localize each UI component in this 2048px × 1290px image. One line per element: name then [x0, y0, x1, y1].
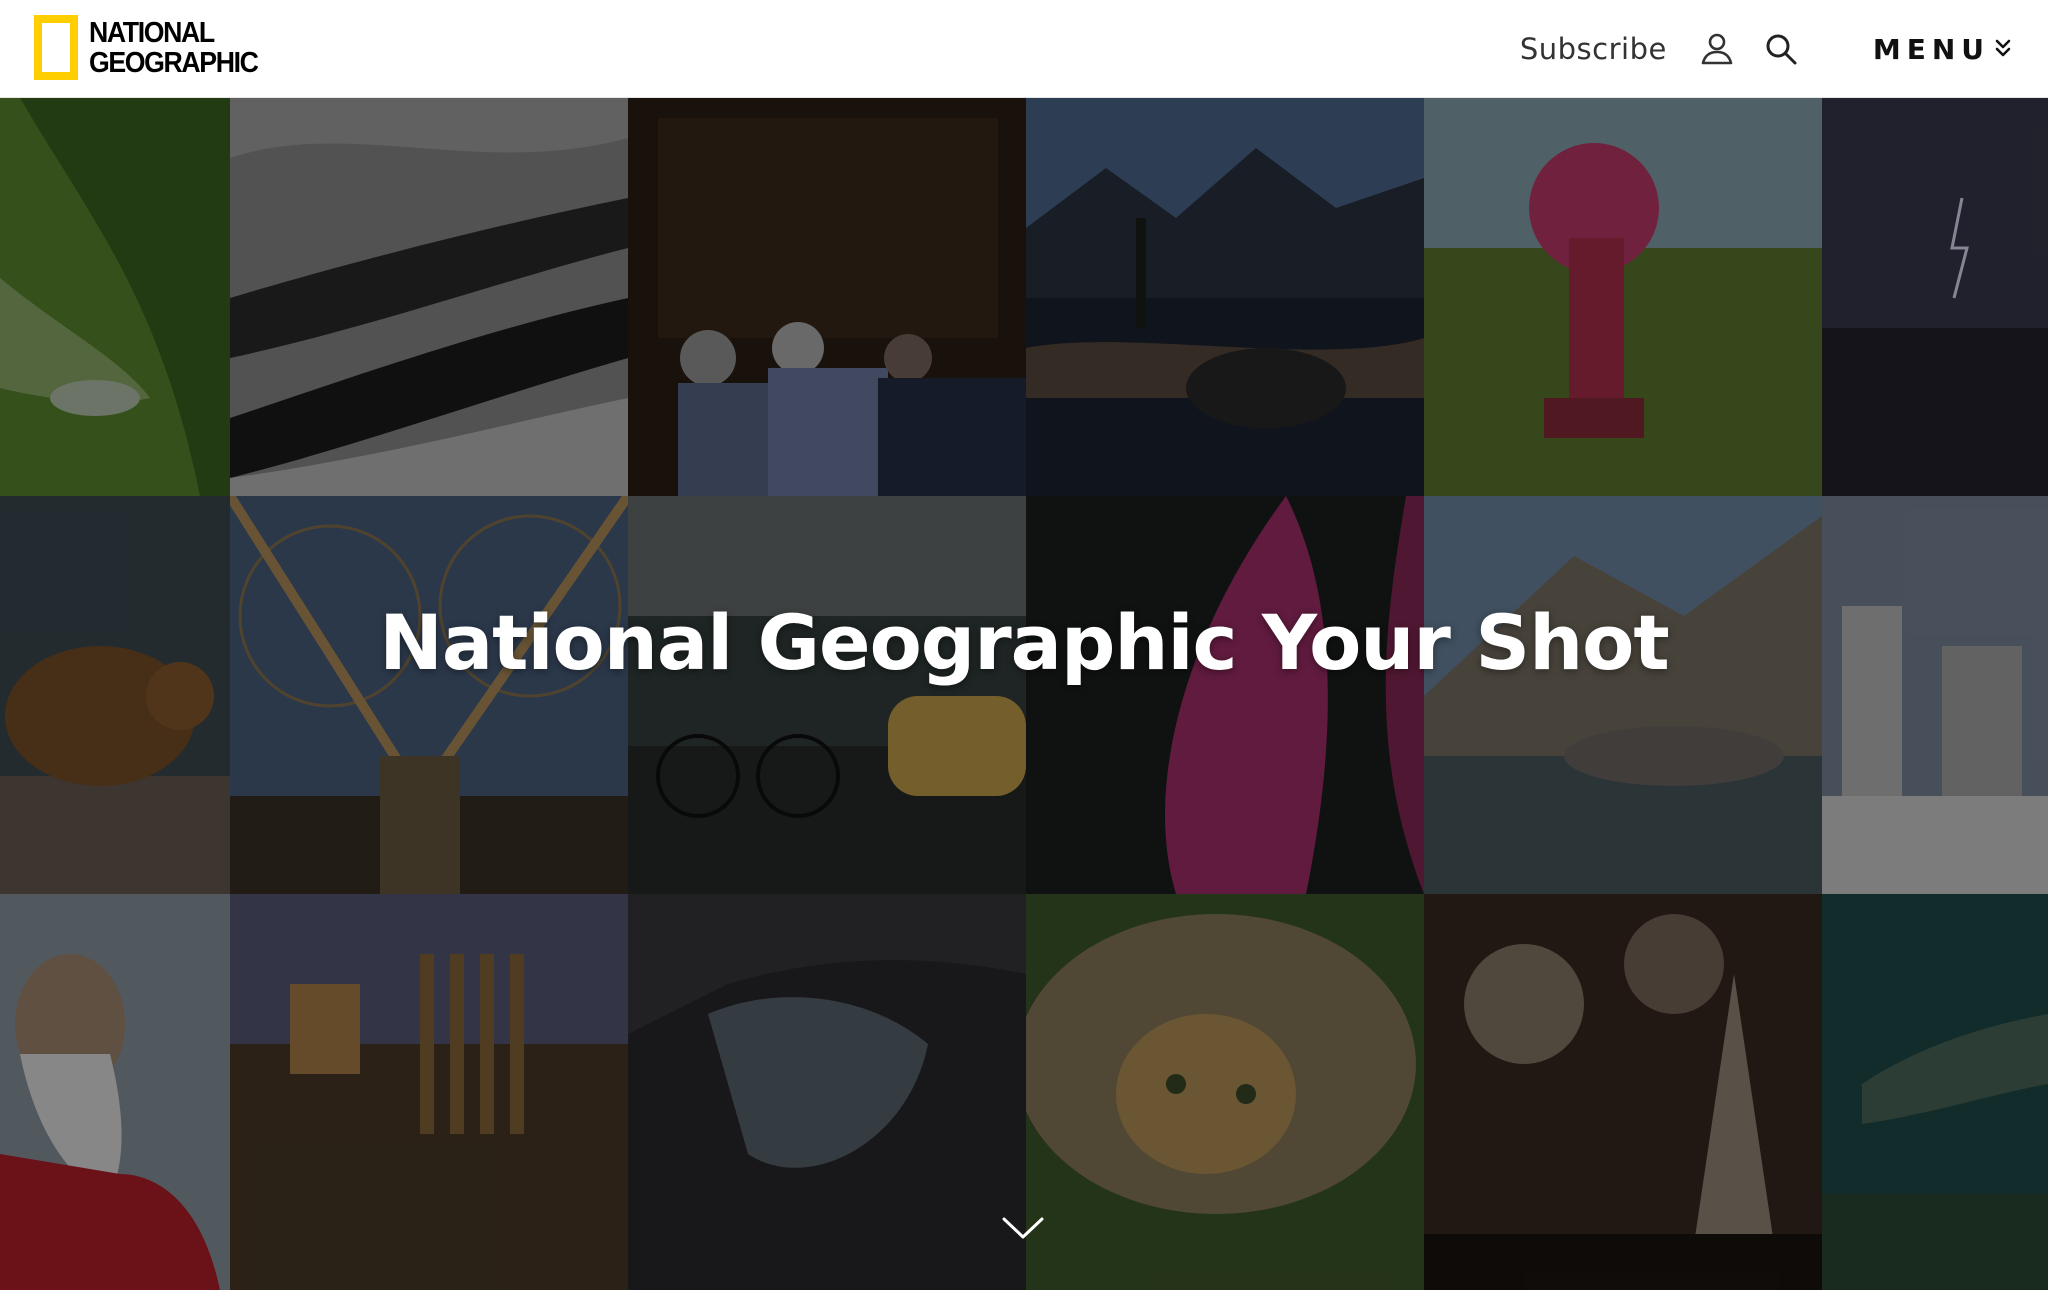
chevron-double-down-icon	[1994, 38, 2012, 60]
photo-tile-mountain-lake[interactable]	[1026, 98, 1424, 496]
photo-tile-canyon[interactable]	[628, 894, 1026, 1290]
photo-tile-crocodile[interactable]	[1822, 894, 2048, 1290]
logo-line-1: NATIONAL	[89, 16, 215, 49]
photo-tile-misty-forest[interactable]	[230, 98, 628, 496]
photo-tile-bridge[interactable]	[230, 496, 628, 894]
photo-tile-lizard[interactable]	[0, 98, 230, 496]
page-title: National Geographic Your Shot	[379, 598, 1669, 687]
chevron-down-icon[interactable]	[998, 1208, 1048, 1248]
search-icon[interactable]	[1761, 29, 1801, 69]
photo-tile-lightning-sea[interactable]	[1822, 98, 2048, 496]
photo-tile-leopard[interactable]	[1026, 894, 1424, 1290]
photo-tile-bear[interactable]	[0, 496, 230, 894]
photo-mosaic	[0, 98, 2048, 1290]
national-geographic-logo[interactable]: NATIONAL GEOGRAPHIC	[34, 15, 272, 80]
photo-tile-mountain-river[interactable]	[1424, 496, 1822, 894]
logo-yellow-frame-icon	[34, 15, 78, 80]
logo-wordmark: NATIONAL GEOGRAPHIC	[89, 16, 259, 79]
subscribe-link[interactable]: Subscribe	[1520, 32, 1667, 66]
photo-tile-holy-man[interactable]	[0, 894, 230, 1290]
photo-tile-pink-flower[interactable]	[1026, 496, 1424, 894]
user-icon[interactable]	[1697, 29, 1737, 69]
header-nav: Subscribe MENU	[1520, 0, 2048, 98]
logo-line-2: GEOGRAPHIC	[89, 46, 259, 79]
photo-tile-museum-visitors[interactable]	[628, 98, 1026, 496]
photo-tile-rock-formations[interactable]	[1822, 496, 2048, 894]
photo-tile-rainy-street[interactable]	[628, 496, 1026, 894]
site-header: NATIONAL GEOGRAPHIC Subscribe MENU	[0, 0, 2048, 98]
photo-tile-fireworks-church[interactable]	[1424, 894, 1822, 1290]
photo-tile-roman-ruins[interactable]	[230, 894, 628, 1290]
menu-button[interactable]: MENU	[1873, 33, 2012, 66]
photo-tile-masked-dancer[interactable]	[1424, 98, 1822, 496]
menu-label: MENU	[1872, 32, 1990, 66]
